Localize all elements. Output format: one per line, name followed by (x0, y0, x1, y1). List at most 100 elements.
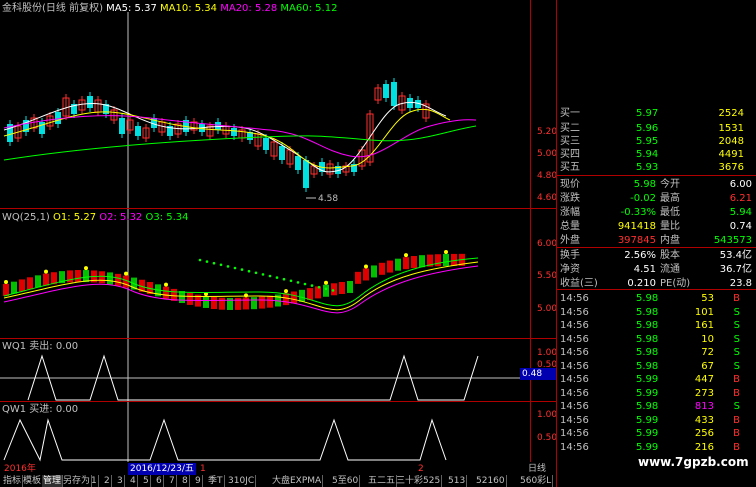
indicator-tab[interactable]: 52160 (475, 475, 507, 487)
tick-price: 5.99 (636, 441, 659, 453)
wq-dot (233, 266, 237, 270)
wq-candle (267, 295, 273, 308)
wq-dot (310, 284, 314, 287)
indicator-tab[interactable]: 管理 (42, 475, 64, 487)
indicator-tab[interactable]: 另存为 (62, 475, 93, 487)
wq-marker (404, 253, 408, 258)
stat-label: 净资 (560, 264, 580, 275)
wq-dot (212, 261, 216, 265)
main-candles (7, 78, 430, 192)
wq-candle (27, 277, 33, 290)
quote-label: 涨跌 (560, 193, 580, 204)
wq-axis-label: 5.00 (537, 304, 558, 314)
stat-value: 2.56% (624, 250, 656, 261)
kline-chart-area[interactable]: 金科股份(日线 前复权) MA5: 5.37 MA10: 5.34 MA20: … (0, 0, 530, 462)
indicator-tab[interactable]: 8 (181, 475, 190, 487)
indicator-tab[interactable]: 五二五 (367, 475, 398, 487)
candle-body (39, 122, 45, 134)
wq1-indicator-line (0, 354, 530, 401)
stat-label: 股本 (660, 250, 680, 261)
indicator-tab[interactable]: 3 (116, 475, 125, 487)
wq-marker (444, 250, 448, 255)
indicator-tab[interactable]: 560彩L (519, 475, 554, 487)
wq-dot (240, 268, 244, 271)
bid-price: 5.93 (636, 162, 659, 173)
bid-volume: 2524 (718, 108, 744, 119)
panel-divider (0, 208, 556, 209)
kline-chart-canvas[interactable] (0, 0, 530, 462)
indicator-tab[interactable]: 5 (142, 475, 151, 487)
candle-body (55, 112, 61, 124)
quote-value: 397845 (617, 235, 656, 246)
indicator-tab[interactable]: 三十彩525 (395, 475, 443, 487)
bottom-bar: 2016年 2016/12/23/五 1 2 日线 指标 模板 管理 另存为 1 2 3 4 5… (0, 462, 556, 487)
wq-candle (403, 257, 409, 270)
wq-dot (268, 274, 272, 278)
stock-title: 金科股份(日线 前复权) (2, 3, 103, 14)
bid-label: 买五 (560, 162, 580, 173)
indicator-tab[interactable]: 大盘EXPMA (271, 475, 324, 487)
bid-price: 5.97 (636, 108, 659, 119)
indicator-tab[interactable]: 模板 (22, 475, 44, 487)
stat-value: 53.4亿 (719, 250, 752, 261)
wq-candle (379, 262, 385, 275)
indicator-tab[interactable]: 310JC (227, 475, 257, 487)
wq-marker (164, 282, 168, 287)
indicator-tab[interactable]: 6 (155, 475, 164, 487)
wq-dot (226, 265, 230, 268)
wq-candle (387, 260, 393, 273)
wq-candle (107, 272, 113, 285)
indicator-tab[interactable]: 513 (447, 475, 468, 487)
candle-body (383, 84, 389, 98)
wq-dot (254, 271, 258, 275)
indicator-tab[interactable]: 5至60 (331, 475, 361, 487)
wq-marker (324, 280, 328, 285)
tick-volume: 216 (694, 441, 714, 453)
indicator-tab[interactable]: 2 (103, 475, 112, 487)
wq-candle (347, 280, 353, 293)
indicator-tab[interactable]: 7 (168, 475, 177, 487)
quote-label: 内盘 (660, 235, 680, 246)
candle-body (87, 96, 93, 108)
wq-candle (99, 271, 105, 284)
wq-candle (435, 254, 441, 267)
indicator-tab[interactable]: 4 (129, 475, 138, 487)
wq-marker (84, 266, 88, 271)
candle-body (391, 82, 397, 106)
quote-value: 543573 (713, 235, 752, 246)
low-price-label: 4.58 (318, 194, 339, 204)
period-label: 日线 (528, 464, 547, 474)
wq-candle (11, 281, 17, 294)
wq-candle (395, 258, 401, 271)
data-row: 净资 4.51 流通 36.7亿 (556, 262, 756, 277)
candle-body (295, 156, 301, 170)
wq-candle (283, 293, 289, 306)
indicator-tab[interactable]: 9 (194, 475, 203, 487)
wq-candle (259, 296, 265, 309)
wq-o2: O2: 5.32 (99, 212, 143, 223)
wq-candle (115, 273, 121, 286)
indicator-tab[interactable]: 1 (90, 475, 99, 487)
stat-label: 换手 (560, 250, 580, 261)
price-axis-label: 5.20 (537, 127, 558, 137)
quote-label: 今开 (660, 179, 680, 190)
wq-dot (282, 277, 286, 281)
quote-label: 最低 (660, 207, 680, 218)
candle-body (135, 126, 141, 136)
data-row: 买五 5.93 3676 (556, 160, 756, 175)
data-row: 买一 5.97 2524 (556, 106, 756, 121)
data-row: 现价 5.98 今开 6.00 (556, 177, 756, 192)
section-divider (556, 175, 756, 176)
wq-candle (83, 270, 89, 283)
candle-body (303, 160, 309, 188)
wq-dot (205, 260, 209, 263)
indicator-tab[interactable]: 季T (207, 475, 225, 487)
section-divider (556, 289, 756, 290)
indicator-tab[interactable]: 指标 (2, 475, 24, 487)
wq-candle (315, 286, 321, 299)
price-axis-label: 4.60 (537, 193, 558, 203)
wq-dot (317, 285, 321, 289)
qw1-indicator-line (3, 418, 447, 462)
quote-label: 量比 (660, 221, 680, 232)
main-legend: 金科股份(日线 前复权) MA5: 5.37 MA10: 5.34 MA20: … (2, 3, 337, 15)
